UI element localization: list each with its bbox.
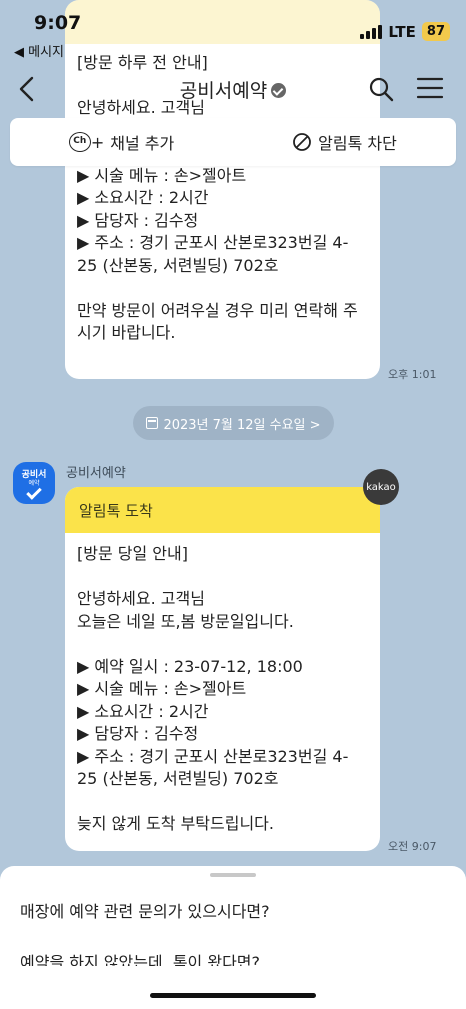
title-wrap: 공비서예약 bbox=[0, 76, 466, 103]
calendar-icon bbox=[146, 417, 159, 429]
page-title: 공비서예약 bbox=[179, 80, 268, 102]
faq-item-unexpected[interactable]: 예약을 하지 않았는데, 톡이 왔다면? bbox=[20, 949, 260, 967]
channel-action-bar: Ch + 채널 추가 알림톡 차단 bbox=[10, 118, 456, 166]
status-indicators: LTE 87 bbox=[360, 22, 450, 41]
avatar-line1: 공비서 bbox=[21, 470, 47, 480]
add-channel-button[interactable]: Ch + 채널 추가 bbox=[10, 118, 233, 166]
search-icon[interactable] bbox=[368, 76, 394, 102]
block-alimtalk-button[interactable]: 알림톡 차단 bbox=[233, 118, 456, 166]
signal-icon bbox=[360, 24, 383, 39]
verified-icon bbox=[271, 83, 287, 98]
message-bubble-2[interactable]: 알림톡 도착 [방문 당일 안내] 안녕하세요. 고객님 오늘은 네일 또,봄 … bbox=[65, 487, 380, 851]
alimtalk-header: 알림톡 도착 bbox=[65, 487, 380, 533]
faq-item-inquiry[interactable]: 매장에 예약 관련 문의가 있으시다면? bbox=[20, 898, 270, 922]
sheet-drag-handle[interactable] bbox=[210, 873, 256, 877]
block-alimtalk-label: 알림톡 차단 bbox=[318, 134, 397, 153]
message-2-time: 오전 9:07 bbox=[388, 840, 437, 853]
sender-name: 공비서예약 bbox=[66, 466, 126, 481]
status-time: 9:07 bbox=[34, 12, 82, 34]
home-indicator[interactable] bbox=[150, 993, 316, 998]
status-bar: 9:07 ◀ 메시지 LTE 87 bbox=[0, 0, 466, 60]
channel-add-icon: Ch + bbox=[68, 132, 104, 152]
kakao-badge: kakao bbox=[363, 469, 399, 505]
chat-screen: [방문 하루 전 안내] 안녕하세요. 고객님 ▶ 예약 일시 : 23-07-… bbox=[0, 0, 466, 1009]
message-1-time: 오후 1:01 bbox=[388, 368, 437, 381]
back-to-app[interactable]: ◀ 메시지 bbox=[14, 41, 64, 60]
add-channel-label: 채널 추가 bbox=[110, 134, 175, 153]
chat-header: 공비서예약 bbox=[0, 60, 466, 118]
date-divider[interactable]: 2023년 7월 12일 수요일 > bbox=[133, 406, 334, 440]
message-2-body: [방문 당일 안내] 안녕하세요. 고객님 오늘은 네일 또,봄 방문일입니다.… bbox=[77, 544, 349, 833]
block-icon bbox=[293, 133, 312, 151]
sheet-bottom-area bbox=[0, 966, 466, 1009]
battery-icon: 87 bbox=[421, 22, 450, 41]
date-divider-label: 2023년 7월 12일 수요일 > bbox=[163, 417, 321, 433]
sender-avatar[interactable]: 공비서 예약 bbox=[13, 462, 55, 504]
menu-icon[interactable] bbox=[416, 77, 444, 99]
network-type: LTE bbox=[388, 22, 416, 41]
